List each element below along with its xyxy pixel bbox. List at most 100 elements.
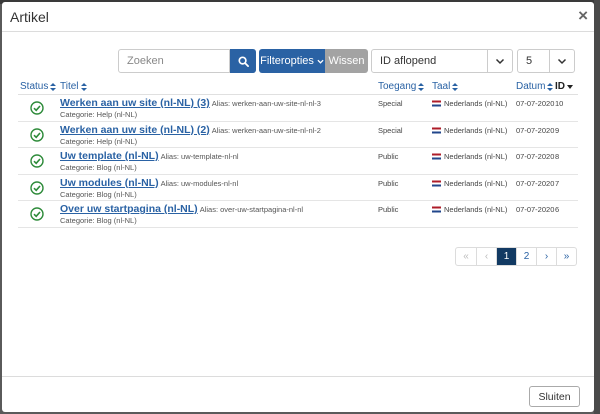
- table-body: Werken aan uw site (nl-NL) (3) Alias: wer…: [18, 95, 578, 228]
- article-date: 07-07-2020: [516, 152, 555, 161]
- column-status[interactable]: Status: [20, 81, 57, 92]
- article-access: Public: [378, 205, 399, 214]
- sort-desc-icon: [567, 84, 573, 89]
- article-category: Categorie: Help (nl-NL): [60, 136, 138, 146]
- article-language: Nederlands (nl-NL): [432, 179, 507, 188]
- article-date: 07-07-2020: [516, 178, 555, 188]
- article-id: 9: [555, 125, 560, 135]
- article-alias: Alias: over-uw-startpagina-nl-nl: [199, 205, 304, 214]
- article-id: 6: [555, 205, 560, 214]
- article-id: 7: [555, 178, 560, 188]
- column-id[interactable]: ID: [555, 81, 573, 92]
- filter-options-label: Filteropties: [260, 55, 314, 67]
- select-divider: [549, 50, 550, 72]
- clear-button[interactable]: Wissen: [325, 49, 368, 73]
- limit-select[interactable]: 5: [517, 49, 575, 73]
- article-language: Nederlands (nl-NL): [432, 152, 507, 161]
- page-button-1[interactable]: 1: [496, 248, 516, 265]
- dutch-flag-icon: [432, 127, 441, 133]
- modal-footer: Sluiten: [2, 376, 594, 412]
- modal-title: Artikel: [10, 9, 49, 25]
- filter-toolbar: Filteropties Wissen ID aflopend 5: [2, 49, 594, 73]
- ordering-select[interactable]: ID aflopend: [371, 49, 513, 73]
- modal-header: Artikel ×: [2, 2, 594, 32]
- close-icon[interactable]: ×: [578, 6, 588, 26]
- article-title-link[interactable]: Werken aan uw site (nl-NL) (2): [60, 124, 210, 136]
- article-category: Categorie: Blog (nl-NL): [60, 189, 137, 199]
- article-title-link[interactable]: Werken aan uw site (nl-NL) (3): [60, 97, 210, 109]
- article-date: 07-07-2020: [516, 99, 555, 108]
- table-row: Over uw startpagina (nl-NL) Alias: over-u…: [18, 201, 578, 228]
- sort-icon: [50, 82, 57, 91]
- table-row: Uw modules (nl-NL) Alias: uw-modules-nl-n…: [18, 175, 578, 201]
- article-alias: Alias: werken-aan-uw-site-nl-nl-3: [211, 99, 321, 108]
- table-header: Status Titel Toegang Taal Datum ID: [18, 80, 578, 95]
- article-category: Categorie: Help (nl-NL): [60, 110, 138, 119]
- first-page-button[interactable]: «: [456, 248, 476, 265]
- close-button[interactable]: Sluiten: [529, 386, 580, 407]
- ordering-select-value: ID aflopend: [380, 55, 437, 67]
- article-language: Nederlands (nl-NL): [432, 205, 507, 214]
- column-date[interactable]: Datum: [516, 81, 554, 92]
- published-check-icon[interactable]: [30, 127, 44, 142]
- column-id-label: ID: [555, 81, 565, 92]
- article-access: Special: [378, 125, 403, 135]
- article-date: 07-07-2020: [516, 125, 555, 135]
- article-alias: Alias: uw-modules-nl-nl: [160, 178, 239, 188]
- article-language-label: Nederlands (nl-NL): [444, 99, 508, 108]
- dutch-flag-icon: [432, 153, 441, 160]
- article-language-label: Nederlands (nl-NL): [444, 152, 508, 161]
- article-title-link[interactable]: Uw template (nl-NL): [60, 150, 159, 162]
- chevron-down-icon: [557, 58, 567, 65]
- backdrop-right-strip: [594, 0, 600, 414]
- column-access[interactable]: Toegang: [378, 81, 425, 92]
- dutch-flag-icon: [432, 100, 441, 107]
- page-button-2[interactable]: 2: [516, 248, 536, 265]
- article-access: Public: [378, 152, 399, 161]
- article-language: Nederlands (nl-NL): [432, 126, 507, 135]
- prev-page-button[interactable]: ‹: [476, 248, 496, 265]
- sort-icon: [452, 82, 459, 91]
- column-language-label: Taal: [432, 81, 451, 92]
- last-page-button[interactable]: »: [556, 248, 576, 265]
- search-icon: [237, 55, 249, 67]
- sort-icon: [418, 82, 425, 91]
- search-button[interactable]: [230, 49, 256, 73]
- table-row: Uw template (nl-NL) Alias: uw-template-nl…: [18, 148, 578, 175]
- row-title-line: Uw modules (nl-NL) Alias: uw-modules-nl-n…: [60, 177, 238, 189]
- column-status-label: Status: [20, 81, 49, 92]
- select-divider: [487, 50, 488, 72]
- dutch-flag-icon: [432, 180, 441, 186]
- article-alias: Alias: uw-template-nl-nl: [160, 152, 239, 161]
- filter-options-button[interactable]: Filteropties: [259, 49, 325, 73]
- article-language-label: Nederlands (nl-NL): [444, 205, 508, 214]
- article-language: Nederlands (nl-NL): [432, 99, 507, 108]
- column-access-label: Toegang: [378, 81, 417, 92]
- dutch-flag-icon: [432, 206, 441, 213]
- article-access: Public: [378, 178, 399, 188]
- search-input[interactable]: [118, 49, 230, 73]
- article-id: 10: [555, 99, 564, 108]
- next-page-button[interactable]: ›: [536, 248, 556, 265]
- published-check-icon[interactable]: [30, 101, 44, 115]
- row-title-line: Over uw startpagina (nl-NL) Alias: over-u…: [60, 203, 303, 215]
- article-title-link[interactable]: Over uw startpagina (nl-NL): [60, 203, 198, 215]
- article-category: Categorie: Blog (nl-NL): [60, 163, 137, 172]
- chevron-down-icon: [495, 58, 505, 65]
- article-modal: Artikel × Filteropties Wissen ID aflopen…: [2, 2, 594, 412]
- published-check-icon[interactable]: [30, 180, 44, 195]
- limit-select-value: 5: [526, 55, 533, 67]
- column-date-label: Datum: [516, 81, 546, 92]
- article-id: 8: [555, 152, 560, 161]
- row-title-line: Werken aan uw site (nl-NL) (3) Alias: wer…: [60, 97, 321, 109]
- column-title-label: Titel: [60, 81, 79, 92]
- published-check-icon[interactable]: [30, 207, 44, 221]
- article-title-link[interactable]: Uw modules (nl-NL): [60, 177, 159, 189]
- published-check-icon[interactable]: [30, 154, 44, 168]
- article-date: 07-07-2020: [516, 205, 555, 214]
- chevron-down-icon: [317, 59, 324, 64]
- column-title[interactable]: Titel: [60, 81, 87, 92]
- article-language-label: Nederlands (nl-NL): [444, 178, 508, 188]
- row-title-line: Uw template (nl-NL) Alias: uw-template-nl…: [60, 150, 239, 162]
- column-language[interactable]: Taal: [432, 81, 459, 92]
